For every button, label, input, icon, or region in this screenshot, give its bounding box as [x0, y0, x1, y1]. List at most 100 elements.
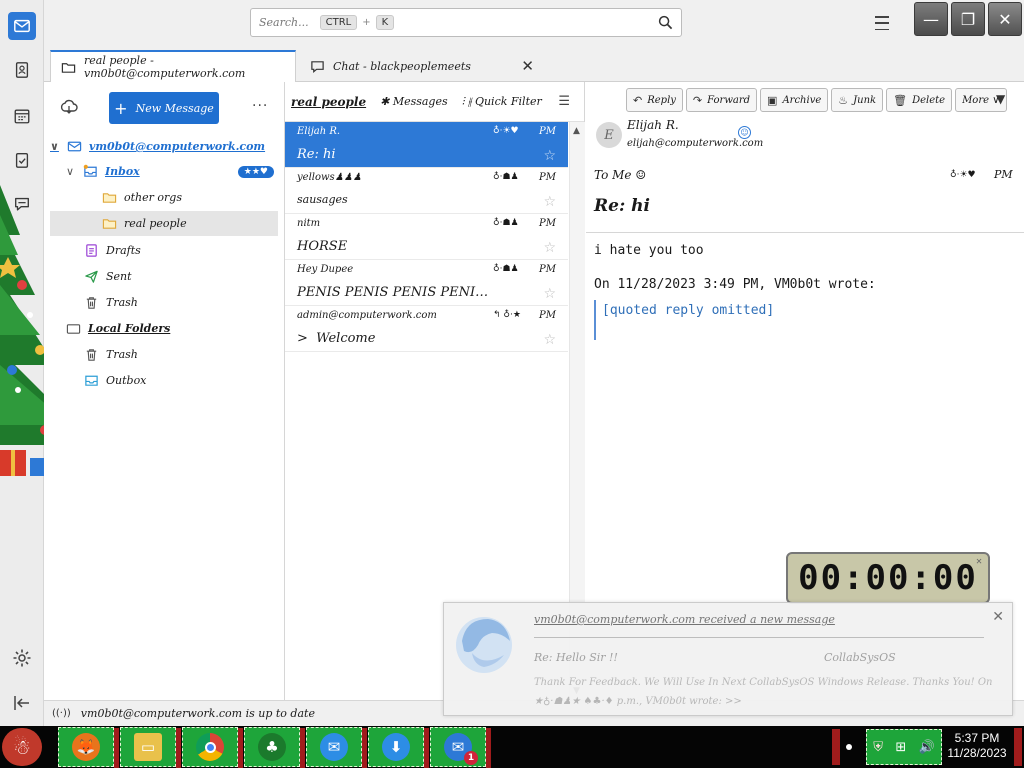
shortcut-plus: +: [362, 17, 371, 28]
taskbar-chrome[interactable]: [182, 727, 243, 768]
message-row[interactable]: yellows♟♟♟ ♁·☗♟ PM sausages ☆: [285, 168, 568, 214]
message-row[interactable]: Hey Dupee ♁·☗♟ PM PENIS PENIS PENIS PENI…: [285, 260, 568, 306]
add-contact-icon[interactable]: ☺: [738, 126, 751, 139]
unified-toolbar: Search... CTRL + K — ❐ ✕: [44, 0, 1024, 46]
volume-icon[interactable]: 🔊: [919, 740, 935, 755]
christmas-tree-icon: ♣: [258, 733, 286, 761]
star-icon[interactable]: ☆: [543, 194, 556, 210]
new-message-button[interactable]: + New Message: [109, 92, 219, 124]
outbox-icon: [85, 375, 98, 386]
folder-local-folders[interactable]: Local Folders: [50, 316, 278, 341]
current-folder-name: real people: [291, 94, 367, 109]
chevron-down-icon[interactable]: ∨: [50, 140, 60, 153]
header-options-icon[interactable]: ▼: [996, 92, 1005, 106]
forward-icon: ↷: [692, 93, 703, 107]
message-subject: Re: hi: [297, 147, 336, 162]
message-subject: PENIS PENIS PENIS PENI…: [297, 285, 489, 300]
message-row[interactable]: Elijah R. ♁·☀♥ PM Re: hi ☆: [285, 122, 568, 168]
junk-button[interactable]: ♨ Junk: [831, 88, 884, 112]
minimize-button[interactable]: —: [914, 2, 948, 36]
taskbar-chat[interactable]: ✉: [306, 727, 367, 768]
folder-drafts[interactable]: Drafts: [50, 238, 278, 263]
taskbar-thunderbird[interactable]: ✉ 1: [430, 727, 491, 768]
star-icon[interactable]: ☆: [543, 240, 556, 256]
calendar-icon[interactable]: [8, 102, 36, 130]
notification-sender: CollabSysOS: [824, 651, 896, 664]
collapse-spaces-icon[interactable]: [12, 693, 32, 713]
search-icon[interactable]: [658, 15, 673, 30]
global-search-input[interactable]: Search... CTRL + K: [250, 8, 682, 37]
taskbar-file-explorer[interactable]: ▭: [120, 727, 181, 768]
network-icon[interactable]: ⊞: [895, 740, 906, 755]
folder-account[interactable]: ∨ vm0b0t@computerwork.com: [50, 134, 278, 159]
delete-button[interactable]: 🗑 Delete: [886, 88, 953, 112]
taskbar-christmas-tree[interactable]: ♣: [244, 727, 305, 768]
address-book-icon[interactable]: [8, 56, 36, 84]
message-time: PM: [539, 172, 556, 183]
reply-icon: ↶: [633, 93, 643, 107]
message-sender: Elijah R.: [297, 126, 341, 137]
quick-filter-button[interactable]: ⫶ ⫲ Quick Filter: [462, 95, 542, 109]
archive-button[interactable]: ▣ Archive: [760, 88, 829, 112]
mail-space-icon[interactable]: [8, 12, 36, 40]
clock-date: 11/28/2023: [947, 746, 1007, 760]
folder-label: Sent: [106, 270, 132, 283]
folder-pane-options-button[interactable]: ···: [252, 98, 268, 114]
timer-widget[interactable]: 00:00:00 ✕: [786, 552, 990, 604]
thread-twisty[interactable]: >: [297, 331, 308, 346]
quote-header: On 11/28/2023 3:49 PM, VM0b0t wrote:: [594, 277, 876, 292]
new-mail-notification[interactable]: vm0b0t@computerwork.com received a new m…: [443, 602, 1013, 716]
timer-close-icon[interactable]: ✕: [976, 556, 984, 567]
get-messages-icon[interactable]: [60, 98, 78, 116]
online-status-icon[interactable]: ((·)): [52, 708, 71, 719]
folder-local-trash[interactable]: Trash: [50, 342, 278, 367]
close-tab-button[interactable]: ✕: [521, 57, 534, 75]
account-mail-icon: [67, 141, 82, 152]
close-window-button[interactable]: ✕: [988, 2, 1022, 36]
inbox-icon: [83, 164, 97, 177]
star-icon[interactable]: ☆: [543, 332, 556, 348]
folder-trash[interactable]: Trash: [50, 290, 278, 315]
junk-icon: ♨: [838, 93, 849, 107]
tab-mail-folder[interactable]: real people - vm0b0t@computerwork.com: [50, 50, 296, 82]
start-button[interactable]: ☃: [2, 728, 42, 766]
message-row[interactable]: admin@computerwork.com ↰ ♁·★ PM > Welcom…: [285, 306, 568, 352]
chat-space-icon[interactable]: [8, 190, 36, 218]
star-icon[interactable]: ☆: [543, 148, 556, 164]
notification-subject: Re: Hello Sir !!: [534, 651, 618, 664]
folder-pane-header: + New Message ···: [44, 82, 284, 132]
tasks-icon[interactable]: [8, 146, 36, 174]
message-row[interactable]: nitm ♁·☗♟ PM HORSE ☆: [285, 214, 568, 260]
security-alert-icon[interactable]: ⛨: [873, 740, 883, 755]
taskbar-download[interactable]: ⬇: [368, 727, 429, 768]
tab-chat[interactable]: Chat - blackpeoplemeets ✕: [300, 50, 544, 82]
forward-button[interactable]: ↷ Forward: [685, 88, 758, 112]
folder-inbox[interactable]: ∨ Inbox ★★♥: [50, 159, 278, 184]
folder-sent[interactable]: Sent: [50, 264, 278, 289]
drafts-icon: [86, 244, 97, 257]
folder-other-orgs[interactable]: other orgs: [50, 185, 278, 210]
chevron-down-icon[interactable]: ∨: [66, 165, 76, 178]
layout-options-icon[interactable]: ☰: [558, 94, 570, 109]
sender-email[interactable]: elijah@computerwork.com: [627, 138, 763, 149]
app-menu-icon[interactable]: [870, 13, 894, 33]
system-tray[interactable]: ⛨ ⊞ 🔊: [866, 729, 942, 765]
reply-button[interactable]: ↶ Reply: [626, 88, 683, 112]
taskbar-separator: [238, 728, 243, 768]
folder-label: Outbox: [106, 374, 147, 387]
close-notification-icon[interactable]: ✕: [992, 609, 1004, 625]
star-icon[interactable]: ☆: [543, 286, 556, 302]
folder-label: vm0b0t@computerwork.com: [89, 140, 266, 153]
scroll-up-icon[interactable]: ▲: [573, 126, 580, 136]
folder-label: Trash: [106, 348, 138, 361]
show-desktop-button[interactable]: [1014, 728, 1022, 766]
sender-name[interactable]: Elijah R.: [627, 118, 679, 132]
spaces-toolbar: [0, 0, 95, 726]
taskbar-firefox[interactable]: 🦊: [58, 727, 119, 768]
settings-gear-icon[interactable]: [12, 648, 32, 668]
taskbar-clock[interactable]: 5:37 PM 11/28/2023: [946, 731, 1008, 761]
restore-button[interactable]: ❐: [951, 2, 985, 36]
folder-real-people[interactable]: real people: [50, 211, 278, 236]
tray-separator: [832, 729, 840, 765]
folder-outbox[interactable]: Outbox: [50, 368, 278, 393]
